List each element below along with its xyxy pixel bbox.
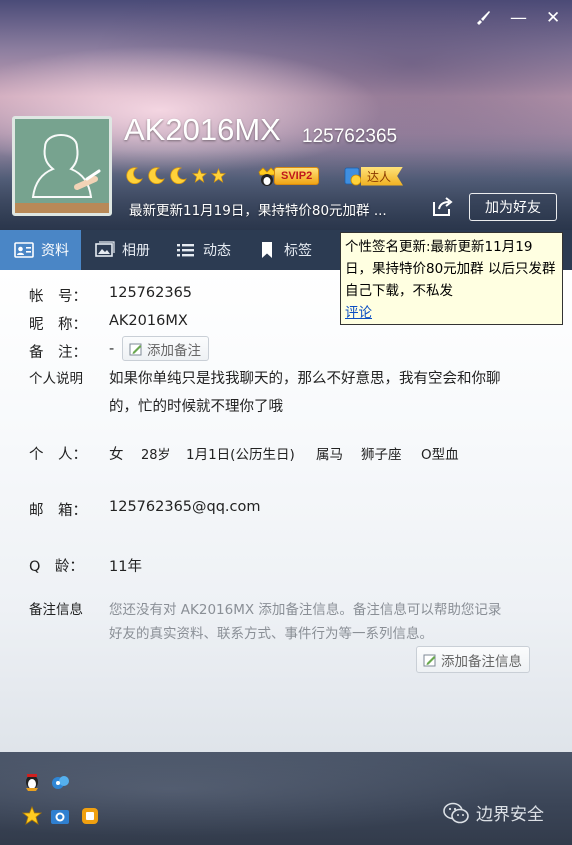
account-value: 125762365: [109, 285, 193, 301]
profile-qq-number: 125762365: [302, 126, 398, 147]
qage-value: 11年: [109, 559, 142, 575]
age-value: 28岁: [141, 448, 171, 463]
bio-label: 个人说明: [29, 371, 83, 387]
signature-tooltip: 个性签名更新:最新更新11月19日，果持特价80元加群 以后只发群自己下载，不私…: [340, 232, 563, 325]
tooltip-text: 个性签名更新:最新更新11月19日，果持特价80元加群 以后只发群自己下载，不私…: [345, 239, 556, 299]
watermark: 边界安全: [442, 800, 544, 825]
qage-label: Q 龄：: [29, 559, 84, 575]
tab-album-label: 相册: [122, 243, 150, 259]
share-icon[interactable]: [430, 196, 454, 218]
tab-feed[interactable]: 动态: [162, 230, 243, 270]
add-remark-info-button[interactable]: 添加备注信息: [416, 646, 530, 673]
remark-info-line-1: 您还没有对 AK2016MX 添加备注信息。备注信息可以帮助您记录: [109, 602, 502, 618]
avatar[interactable]: [12, 116, 112, 216]
footer-bar: [0, 752, 572, 845]
profile-header: — ✕ AK2016MX 125762365 SVIP2 达人 最新更新11月1…: [0, 0, 572, 230]
zodiac-value: 属马: [316, 447, 343, 463]
add-remark-info-label: 添加备注信息: [441, 653, 522, 670]
tab-tags[interactable]: 标签: [243, 230, 324, 270]
svip-badge[interactable]: SVIP2: [256, 165, 320, 187]
add-remark-label: 添加备注: [147, 342, 201, 359]
tab-tags-label: 标签: [284, 243, 312, 259]
wechat-icon: [443, 802, 469, 823]
edit-note-icon: [129, 343, 142, 355]
personal-label: 个 人：: [29, 447, 87, 463]
profile-card-icon: [14, 242, 34, 258]
add-remark-button[interactable]: 添加备注: [122, 336, 209, 361]
remark-info-line-2: 好友的真实资料、联系方式、事件行为等一系列信息。: [109, 626, 433, 642]
moon-icon: [170, 167, 187, 184]
edit-note-icon: [423, 654, 436, 666]
remark-value: -: [109, 341, 115, 357]
bio-line-1: 如果你单纯只是找我聊天的，那么不好意思，我有空会和你聊: [109, 371, 501, 387]
add-friend-button[interactable]: 加为好友: [469, 193, 557, 221]
account-label: 帐 号：: [29, 289, 87, 305]
svip-label: SVIP2: [274, 167, 320, 185]
tab-profile[interactable]: 资料: [0, 230, 81, 270]
nickname-label: 昵 称：: [29, 317, 87, 333]
tab-feed-label: 动态: [203, 243, 231, 259]
qq-music-icon[interactable]: [50, 772, 70, 792]
constellation-value: 狮子座: [361, 447, 402, 463]
email-label: 邮 箱：: [29, 503, 87, 519]
minimize-button[interactable]: —: [510, 8, 527, 28]
star-icon: [192, 167, 207, 183]
email-value[interactable]: 125762365@qq.com: [109, 499, 261, 515]
star-badge-icon[interactable]: [22, 806, 42, 826]
daren-badge[interactable]: 达人: [343, 165, 404, 187]
qq-penguin-icon[interactable]: [22, 772, 42, 792]
default-avatar-chalkboard-icon: [15, 119, 109, 213]
tab-album[interactable]: 相册: [81, 230, 162, 270]
blood-type-value: O型血: [421, 447, 459, 463]
signature-text[interactable]: 最新更新11月19日，果持特价80元加群 ...: [129, 199, 419, 219]
camera-icon[interactable]: [50, 806, 70, 826]
close-button[interactable]: ✕: [546, 8, 560, 28]
remark-info-label: 备注信息: [29, 602, 83, 618]
brush-icon[interactable]: [474, 8, 492, 31]
nickname-value: AK2016MX: [109, 313, 188, 329]
birthday-value: 1月1日(公历生日): [186, 447, 295, 463]
comment-link[interactable]: 评论: [345, 305, 372, 321]
gender-value: 女: [109, 447, 124, 463]
daren-label: 达人: [361, 166, 404, 186]
remark-label: 备 注：: [29, 345, 87, 361]
tab-profile-label: 资料: [41, 243, 69, 259]
list-icon: [177, 244, 194, 257]
game-icon[interactable]: [80, 806, 100, 826]
watermark-text: 边界安全: [476, 805, 544, 825]
profile-nickname: AK2016MX: [124, 112, 281, 147]
bookmark-icon: [262, 242, 272, 258]
star-icon: [211, 167, 226, 183]
moon-icon: [126, 167, 143, 184]
photo-icon: [95, 241, 115, 257]
bio-line-2: 的，忙的时候就不理你了哦: [109, 399, 283, 415]
level-icons[interactable]: [126, 166, 226, 184]
moon-icon: [148, 167, 165, 184]
